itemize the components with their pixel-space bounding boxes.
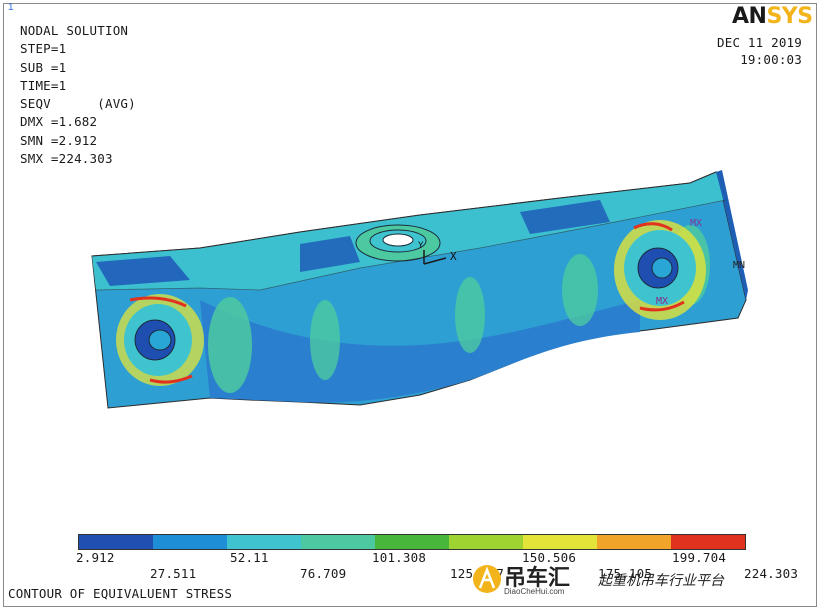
legend-label-2: 27.511 xyxy=(150,566,197,581)
legend-band-6 xyxy=(449,535,523,549)
contour-rib-2 xyxy=(310,300,340,380)
axis-x-label: X xyxy=(450,250,457,263)
max-marker-2: MX xyxy=(656,296,668,307)
watermark: 吊车汇 DiaoCheHui.com 起重机吊车行业平台 xyxy=(470,560,800,602)
left-bore-inner xyxy=(148,329,172,351)
contour-caption: CONTOUR OF EQUIVALUENT STRESS xyxy=(8,586,233,601)
axis-y-label: Y xyxy=(418,241,424,251)
min-marker: MN xyxy=(733,260,745,271)
watermark-url: DiaoCheHui.com xyxy=(504,587,565,596)
legend-band-2 xyxy=(153,535,227,549)
legend-band-9 xyxy=(671,535,745,549)
legend-band-7 xyxy=(523,535,597,549)
contour-rib-4 xyxy=(562,254,598,326)
fe-model-plot[interactable]: X Y MX MN MX xyxy=(0,0,820,610)
legend-band-4 xyxy=(301,535,375,549)
max-marker: MX xyxy=(690,218,702,229)
contour-rib-3 xyxy=(455,277,485,353)
crane-logo-icon xyxy=(473,565,501,593)
legend-band-8 xyxy=(597,535,671,549)
top-hub-hole xyxy=(382,233,414,247)
legend-label-1: 2.912 xyxy=(76,550,115,565)
legend-band-1 xyxy=(79,535,153,549)
legend-label-3: 52.11 xyxy=(230,550,269,565)
legend-band-3 xyxy=(227,535,301,549)
legend-label-4: 76.709 xyxy=(300,566,347,581)
legend-label-5: 101.308 xyxy=(372,550,427,565)
right-bore-inner xyxy=(651,257,673,279)
stress-legend-bar xyxy=(78,534,746,550)
watermark-slogan: 起重机吊车行业平台 xyxy=(598,573,724,589)
contour-rib-1 xyxy=(208,297,252,393)
legend-band-5 xyxy=(375,535,449,549)
